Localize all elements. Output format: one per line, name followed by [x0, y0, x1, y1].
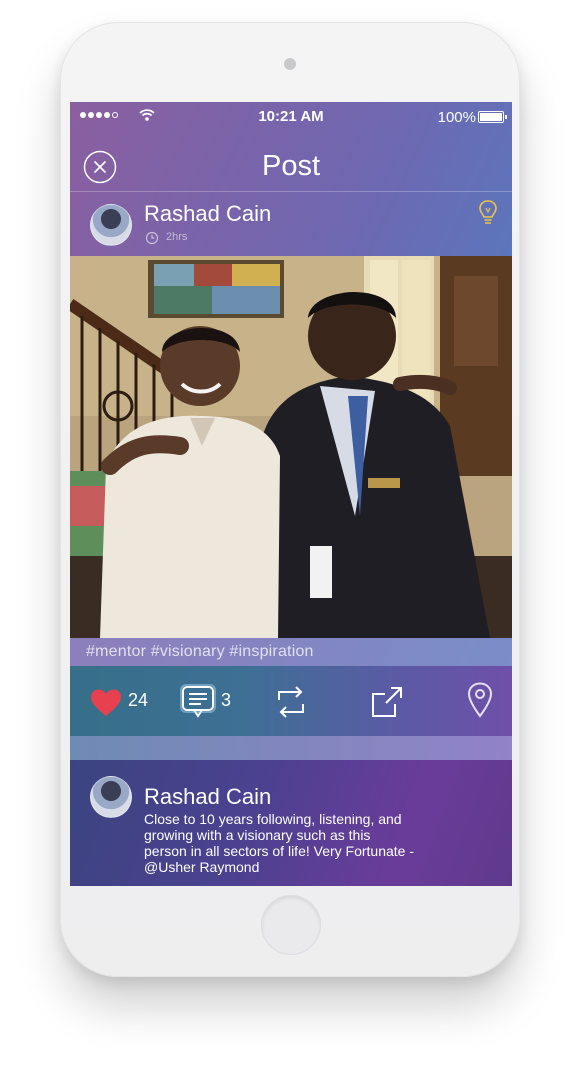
post-photo[interactable] — [70, 256, 512, 638]
post-time: 2hrs — [166, 231, 188, 243]
commenter-name[interactable]: Rashad Cain — [144, 784, 271, 810]
author-avatar[interactable] — [90, 204, 132, 246]
caption-comment: Rashad Cain Close to 10 years following,… — [70, 760, 512, 886]
page-title: Post — [261, 150, 321, 182]
post-author-row: Rashad Cain 2hrs — [70, 192, 512, 256]
mention-link[interactable]: @Usher Raymond — [144, 859, 259, 875]
heart-icon[interactable] — [89, 688, 123, 718]
battery-icon — [478, 111, 507, 123]
location-pin-icon[interactable] — [467, 682, 493, 718]
battery-percent: 100% — [437, 109, 476, 126]
front-camera — [284, 58, 296, 70]
separator-band — [70, 736, 512, 760]
clock-icon — [145, 231, 159, 245]
like-count: 24 — [128, 690, 149, 710]
author-name[interactable]: Rashad Cain — [144, 201, 271, 227]
share-icon[interactable] — [369, 684, 405, 720]
home-button[interactable] — [261, 895, 321, 955]
commenter-avatar[interactable] — [90, 776, 132, 818]
comment-text: Close to 10 years following, listening, … — [144, 811, 414, 875]
comment-icon[interactable] — [180, 684, 218, 720]
action-bar: 24 3 — [70, 666, 512, 736]
comment-count: 3 — [221, 690, 232, 710]
repost-icon[interactable] — [273, 684, 309, 720]
hashtags-bar: #mentor #visionary #inspiration — [70, 638, 512, 666]
app-screen: 10:21 AM 100% Post Rashad Cain 2hrs #men… — [70, 102, 512, 886]
post-hashtags[interactable]: #mentor #visionary #inspiration — [86, 643, 314, 661]
status-bar: 10:21 AM 100% — [70, 102, 512, 130]
top-nav: Post — [70, 138, 512, 190]
comment-body: Close to 10 years following, listening, … — [144, 811, 415, 859]
lightbulb-icon[interactable] — [478, 199, 498, 227]
